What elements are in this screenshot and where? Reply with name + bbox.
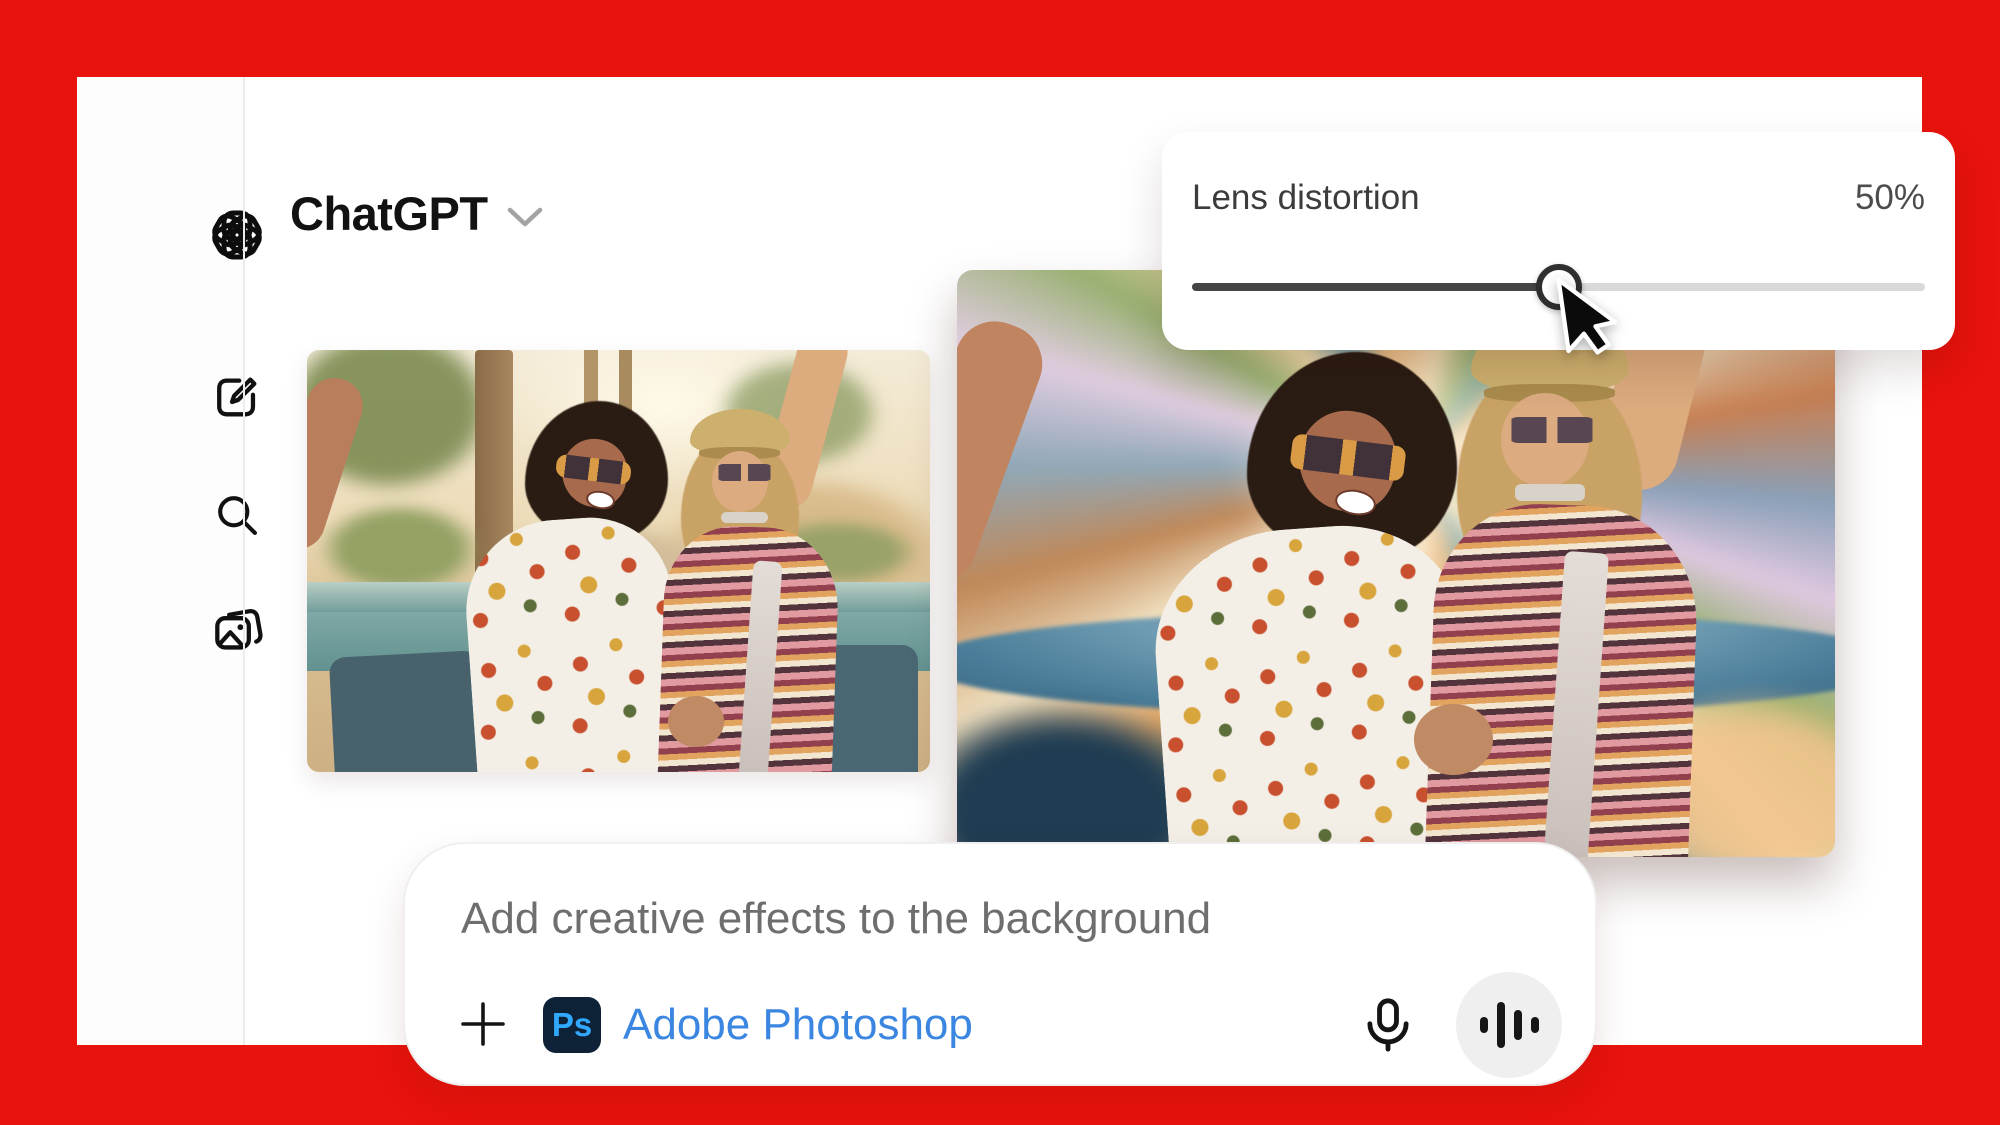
microphone-icon (1367, 998, 1409, 1052)
composer-toolbar: Ps Adobe Photoshop (405, 970, 1595, 1080)
plus-icon (461, 1002, 505, 1046)
adobe-photoshop-connector[interactable]: Ps Adobe Photoshop (543, 970, 973, 1080)
dictate-button[interactable] (1357, 994, 1419, 1056)
floral-shirt (460, 511, 684, 772)
chevron-down-icon (507, 207, 542, 226)
slider-label: Lens distortion (1192, 178, 1420, 217)
library-icon[interactable] (205, 598, 269, 662)
prompt-composer[interactable]: Add creative effects to the background P… (403, 842, 1597, 1086)
voice-mode-button[interactable] (1456, 972, 1562, 1078)
slider-fill (1192, 283, 1559, 291)
promo-frame: ChatGPT Lens distortion 50% Add creative… (0, 0, 2000, 1125)
slider-value: 50% (1854, 178, 1925, 217)
sidebar (77, 77, 263, 1045)
page-title: ChatGPT (290, 187, 488, 240)
sidebar-divider (243, 77, 245, 1045)
prompt-text: Add creative effects to the background (461, 894, 1212, 943)
search-icon[interactable] (205, 483, 269, 547)
mouse-cursor (1556, 272, 1620, 361)
model-switcher[interactable]: ChatGPT (290, 186, 544, 241)
new-chat-icon[interactable] (205, 365, 269, 429)
voice-waveform-icon (1479, 1002, 1539, 1048)
photoshop-app-icon: Ps (543, 997, 601, 1053)
openai-logo-icon[interactable] (205, 203, 269, 267)
round-sunglasses (715, 463, 775, 481)
round-sunglasses (1505, 416, 1598, 444)
distorted-photo[interactable] (957, 270, 1835, 857)
connector-name: Adobe Photoshop (623, 1000, 973, 1049)
original-photo[interactable] (307, 350, 930, 772)
attach-button[interactable] (457, 998, 509, 1050)
